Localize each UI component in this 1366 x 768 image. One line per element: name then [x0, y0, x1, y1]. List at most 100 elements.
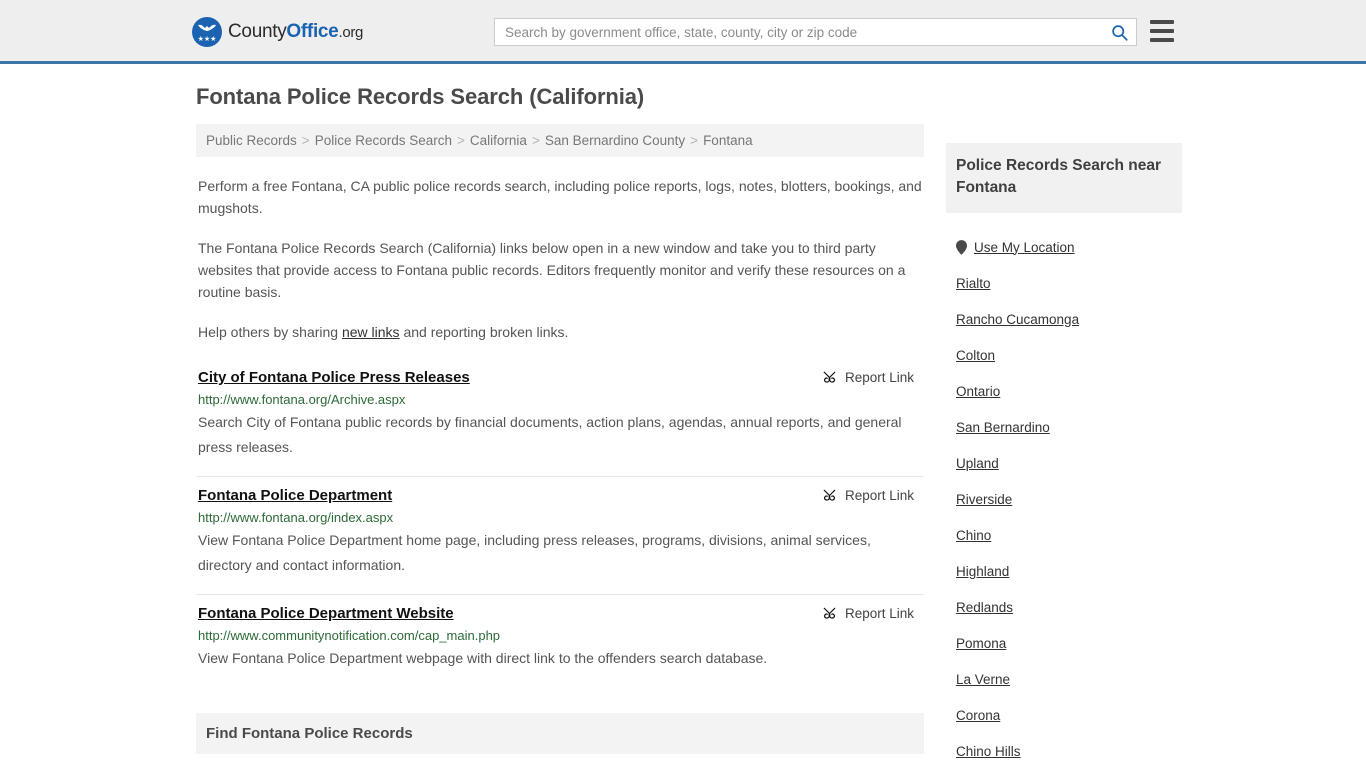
intro-paragraph-3: Help others by sharing new links and rep…: [198, 321, 922, 343]
result-header: City of Fontana Police Press Releases Re…: [198, 369, 922, 386]
nearby-city-link[interactable]: Rancho Cucamonga: [956, 312, 1079, 327]
result-header: Fontana Police Department Website Report…: [198, 605, 922, 622]
report-link-label: Report Link: [844, 606, 914, 621]
result-description: Search City of Fontana public records by…: [198, 414, 902, 455]
eagle-glyph-icon: [198, 24, 216, 31]
find-records-section-header: Find Fontana Police Records: [196, 713, 924, 754]
nearby-city-link[interactable]: Chino Hills: [956, 744, 1021, 759]
breadcrumb-separator: >: [457, 133, 465, 148]
map-pin-icon: [956, 239, 967, 255]
broken-link-icon: [823, 607, 836, 619]
nearby-city-link[interactable]: Redlands: [956, 600, 1013, 615]
use-my-location-link[interactable]: Use My Location: [974, 240, 1075, 255]
result-header: Fontana Police Department Report Link: [198, 487, 922, 504]
hamburger-menu-icon[interactable]: [1150, 20, 1174, 42]
sidebar-item-highland[interactable]: Highland: [946, 553, 1182, 589]
intro-paragraph-2: The Fontana Police Records Search (Calif…: [198, 240, 906, 300]
sidebar: Police Records Search near Fontana Use M…: [946, 124, 1182, 768]
result-item: City of Fontana Police Press Releases Re…: [196, 365, 924, 476]
result-description: View Fontana Police Department webpage w…: [198, 650, 768, 666]
content-columns: Public Records > Police Records Search > Cal…: [196, 124, 1182, 768]
nearby-city-link[interactable]: Corona: [956, 708, 1000, 723]
result-description: View Fontana Police Department home page…: [198, 532, 871, 573]
sidebar-header: Police Records Search near Fontana: [946, 143, 1182, 213]
breadcrumb-item-public-records[interactable]: Public Records: [206, 133, 297, 148]
logo-text-org: .org: [338, 24, 364, 41]
search-bar: [494, 18, 1137, 46]
report-link-label: Report Link: [844, 370, 914, 385]
report-link-button[interactable]: Report Link: [822, 488, 922, 503]
sidebar-item-pomona[interactable]: Pomona: [946, 625, 1182, 661]
nearby-city-link[interactable]: La Verne: [956, 672, 1010, 687]
result-item: Fontana Police Department Website Report…: [196, 594, 924, 687]
find-records-heading: Find Fontana Police Records: [206, 725, 413, 742]
result-url: http://www.fontana.org/index.aspx: [198, 510, 394, 525]
result-url: http://www.fontana.org/Archive.aspx: [198, 392, 406, 407]
sidebar-item-use-my-location[interactable]: Use My Location: [946, 229, 1182, 265]
share-text-before: Help others by sharing: [198, 324, 342, 340]
breadcrumb-item-police-records-search[interactable]: Police Records Search: [315, 133, 452, 148]
nearby-city-link[interactable]: Pomona: [956, 636, 1006, 651]
result-url: http://www.communitynotification.com/cap…: [198, 628, 501, 643]
breadcrumb-item-fontana[interactable]: Fontana: [703, 133, 753, 148]
report-link-label: Report Link: [844, 488, 914, 503]
report-link-button[interactable]: Report Link: [822, 370, 922, 385]
nearby-city-link[interactable]: Highland: [956, 564, 1009, 579]
sidebar-item-rancho-cucamonga[interactable]: Rancho Cucamonga: [946, 301, 1182, 337]
report-link-button[interactable]: Report Link: [822, 606, 922, 621]
search-input[interactable]: [495, 19, 1102, 45]
nearby-city-link[interactable]: Chino: [956, 528, 991, 543]
sidebar-item-chino[interactable]: Chino: [946, 517, 1182, 553]
content-container: Fontana Police Records Search (Californi…: [188, 84, 1182, 768]
sidebar-nearby-list: Use My Location Rialto Rancho Cucamonga …: [946, 229, 1182, 768]
logo-text-county: County: [228, 21, 287, 42]
sidebar-heading: Police Records Search near Fontana: [956, 157, 1162, 196]
intro-section: Perform a free Fontana, CA public police…: [196, 175, 924, 343]
breadcrumb: Public Records > Police Records Search > Cal…: [196, 124, 924, 157]
sidebar-item-ontario[interactable]: Ontario: [946, 373, 1182, 409]
nearby-city-link[interactable]: Colton: [956, 348, 995, 363]
sidebar-item-chino-hills[interactable]: Chino Hills: [946, 733, 1182, 768]
nearby-city-link[interactable]: Ontario: [956, 384, 1000, 399]
result-title-link[interactable]: Fontana Police Department Website: [198, 605, 454, 622]
search-button[interactable]: [1102, 19, 1136, 45]
new-links-link[interactable]: new links: [342, 324, 400, 340]
sidebar-item-san-bernardino[interactable]: San Bernardino: [946, 409, 1182, 445]
breadcrumb-separator: >: [531, 133, 540, 148]
result-title-link[interactable]: Fontana Police Department: [198, 487, 392, 504]
site-header: ★★★ CountyOffice.org: [0, 0, 1366, 64]
results-list: City of Fontana Police Press Releases Re…: [196, 365, 924, 687]
main-column: Public Records > Police Records Search > Cal…: [196, 124, 924, 768]
nearby-city-link[interactable]: Upland: [956, 456, 999, 471]
sidebar-item-la-verne[interactable]: La Verne: [946, 661, 1182, 697]
search-icon: [1111, 24, 1128, 41]
hamburger-bar-1: [1150, 20, 1174, 24]
hamburger-bar-2: [1150, 29, 1174, 33]
hamburger-bar-3: [1150, 38, 1174, 42]
page-title: Fontana Police Records Search (Californi…: [196, 84, 645, 109]
nearby-city-link[interactable]: Riverside: [956, 492, 1012, 507]
nearby-city-link[interactable]: San Bernardino: [956, 420, 1050, 435]
result-title-link[interactable]: City of Fontana Police Press Releases: [198, 369, 470, 386]
nearby-city-link[interactable]: Rialto: [956, 276, 991, 291]
page-body: Fontana Police Records Search (Californi…: [0, 84, 1366, 768]
logo-text-office: Office: [286, 21, 339, 42]
sidebar-item-redlands[interactable]: Redlands: [946, 589, 1182, 625]
intro-paragraph-1: Perform a free Fontana, CA public police…: [198, 178, 922, 216]
logo-stars: ★★★: [197, 36, 217, 43]
sidebar-item-riverside[interactable]: Riverside: [946, 481, 1182, 517]
site-logo-text: CountyOffice.org: [228, 21, 363, 43]
sidebar-item-colton[interactable]: Colton: [946, 337, 1182, 373]
result-item: Fontana Police Department Report Link ht…: [196, 476, 924, 594]
breadcrumb-item-san-bernardino-county[interactable]: San Bernardino County: [545, 133, 685, 148]
site-logo[interactable]: ★★★ CountyOffice.org: [192, 17, 363, 47]
broken-link-icon: [823, 489, 836, 501]
broken-link-icon: [823, 371, 836, 383]
breadcrumb-item-california[interactable]: California: [470, 133, 527, 148]
sidebar-item-corona[interactable]: Corona: [946, 697, 1182, 733]
eagle-crest-logo-icon: ★★★: [192, 17, 222, 47]
breadcrumb-separator: >: [301, 133, 310, 148]
sidebar-item-upland[interactable]: Upland: [946, 445, 1182, 481]
share-text-after: and reporting broken links.: [399, 324, 569, 340]
sidebar-item-rialto[interactable]: Rialto: [946, 265, 1182, 301]
